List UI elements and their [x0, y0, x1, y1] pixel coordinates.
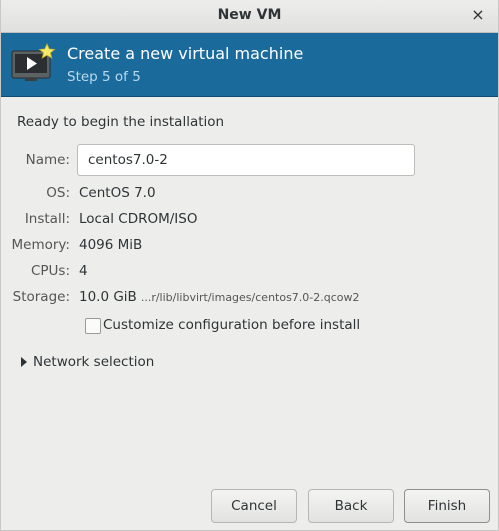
- storage-label: Storage:: [12, 289, 70, 305]
- storage-value-group: 10.0 GiB ...r/lib/libvirt/images/centos7.…: [79, 289, 360, 305]
- name-label: Name:: [25, 152, 70, 168]
- network-selection-label[interactable]: Network selection: [33, 354, 154, 370]
- customize-label[interactable]: Customize configuration before install: [103, 317, 360, 333]
- cancel-button[interactable]: Cancel: [211, 489, 297, 523]
- os-label: OS:: [46, 185, 70, 201]
- memory-value: 4096 MiB: [79, 237, 143, 253]
- ready-heading: Ready to begin the installation: [17, 114, 225, 130]
- memory-label: Memory:: [11, 237, 70, 253]
- title-bar: New VM ×: [1, 0, 498, 33]
- storage-row: Storage: 10.0 GiB ...r/lib/libvirt/images…: [1, 289, 498, 311]
- expander-arrow-icon[interactable]: [21, 357, 27, 367]
- vm-monitor-star-icon: [11, 43, 57, 87]
- cpus-value: 4: [79, 263, 88, 279]
- install-row: Install: Local CDROM/ISO: [1, 211, 498, 233]
- storage-size: 10.0 GiB: [79, 289, 137, 305]
- wizard-banner: Create a new virtual machine Step 5 of 5: [1, 33, 498, 97]
- cpus-row: CPUs: 4: [1, 263, 498, 285]
- customize-checkbox[interactable]: [85, 318, 101, 334]
- cpus-label: CPUs:: [30, 263, 70, 279]
- window-title: New VM: [217, 7, 282, 23]
- finish-button[interactable]: Finish: [404, 489, 490, 523]
- install-value: Local CDROM/ISO: [79, 211, 198, 227]
- step-indicator: Step 5 of 5: [67, 69, 141, 85]
- os-value: CentOS 7.0: [79, 185, 156, 201]
- close-icon[interactable]: ×: [468, 5, 488, 25]
- os-row: OS: CentOS 7.0: [1, 185, 498, 207]
- storage-path: ...r/lib/libvirt/images/centos7.0-2.qcow…: [140, 291, 360, 304]
- vm-name-input[interactable]: [77, 144, 415, 176]
- install-label: Install:: [24, 211, 70, 227]
- back-button[interactable]: Back: [308, 489, 394, 523]
- banner-title: Create a new virtual machine: [67, 44, 304, 63]
- new-vm-dialog: New VM × Create a new virtual machine St…: [0, 0, 499, 531]
- memory-row: Memory: 4096 MiB: [1, 237, 498, 259]
